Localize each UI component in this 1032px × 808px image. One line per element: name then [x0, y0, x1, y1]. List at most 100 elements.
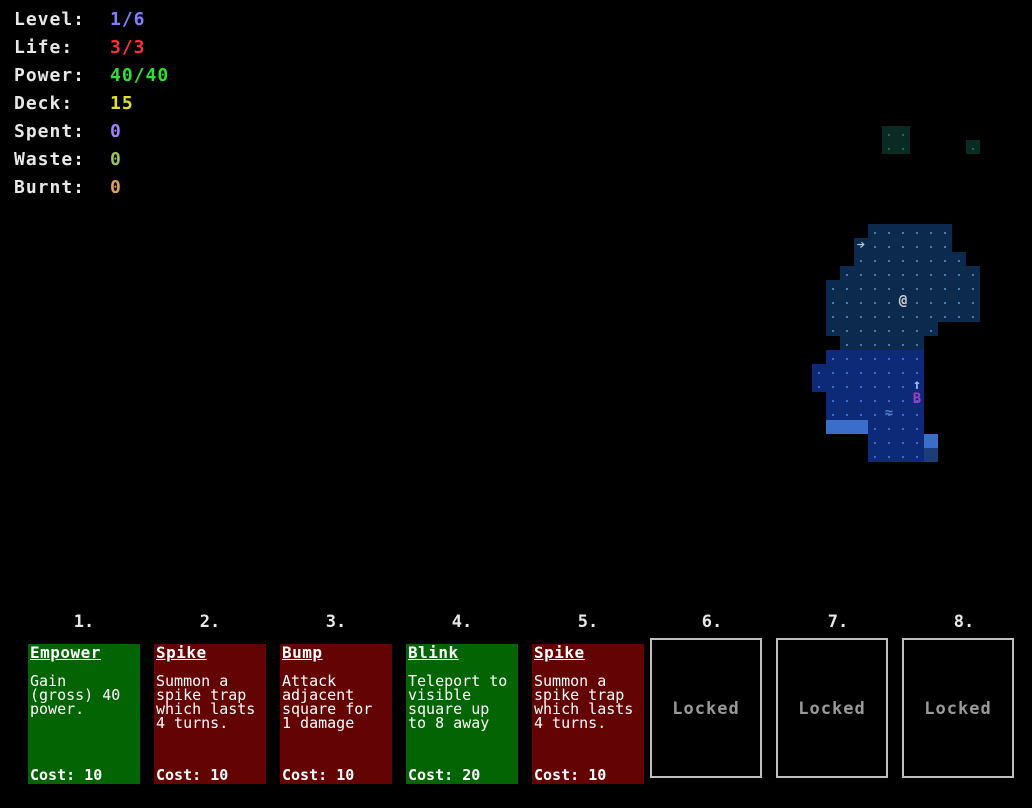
- map-tile: [840, 308, 854, 322]
- map-tile: [924, 294, 938, 308]
- map-tile: [896, 364, 910, 378]
- map-tile: [882, 434, 896, 448]
- map-tile: [840, 378, 854, 392]
- map-tile: [896, 420, 910, 434]
- card-title: Blink: [408, 643, 459, 662]
- cost-value: 10: [210, 766, 229, 784]
- map-tile: [868, 378, 882, 392]
- card-empower[interactable]: Empower Gain (gross) 40 power. Cost: 10: [28, 644, 140, 784]
- map-tile: [868, 392, 882, 406]
- map-tile: [938, 280, 952, 294]
- card-spike[interactable]: Spike Summon a spike trap which lasts 4 …: [154, 644, 266, 784]
- map-tile: [882, 448, 896, 462]
- map-tile: [910, 224, 924, 238]
- map-tile: [952, 294, 966, 308]
- cost-value: 20: [462, 766, 481, 784]
- map-tile: [896, 336, 910, 350]
- map-tile: [882, 140, 896, 154]
- map-tile: [840, 266, 854, 280]
- map-tile: [938, 238, 952, 252]
- map-tile: [854, 378, 868, 392]
- card-slot-locked: Locked: [902, 638, 1014, 778]
- map-tile: [910, 252, 924, 266]
- map-tile: [840, 364, 854, 378]
- map-tile: [840, 280, 854, 294]
- map-tile: [868, 266, 882, 280]
- map-tile: [910, 350, 924, 364]
- map-tile: [840, 406, 854, 420]
- card-description: Summon a spike trap which lasts 4 turns.: [534, 672, 634, 732]
- card-description: Teleport to visible square up to 8 away: [408, 672, 508, 732]
- card-description: Attack adjacent square for 1 damage: [282, 672, 373, 732]
- map-tile: [882, 420, 896, 434]
- map-tile: [896, 434, 910, 448]
- map-tile: [854, 252, 868, 266]
- map-tile: [910, 322, 924, 336]
- map-tile: [910, 448, 924, 462]
- map-tile: [952, 252, 966, 266]
- map-tile: [924, 448, 938, 462]
- map-tile: [896, 406, 910, 420]
- map-tile: [882, 322, 896, 336]
- card-cost: Cost: 10: [282, 768, 354, 783]
- map-tile: [910, 280, 924, 294]
- map-tile: [854, 392, 868, 406]
- map-tile: [910, 406, 924, 420]
- enemy-b[interactable]: B: [910, 392, 924, 406]
- card-slot-locked: Locked: [776, 638, 888, 778]
- map-tile: [840, 350, 854, 364]
- map-tile: [966, 280, 980, 294]
- cost-value: 10: [84, 766, 103, 784]
- cost-label: Cost:: [156, 766, 202, 784]
- exit-arrow-icon[interactable]: ➔: [854, 238, 868, 252]
- map-tile: [882, 126, 896, 140]
- map-tile: [938, 308, 952, 322]
- map-tile: [868, 364, 882, 378]
- map-tile: [868, 238, 882, 252]
- map-tile: [854, 364, 868, 378]
- map-tile: [826, 420, 840, 434]
- map-tile: [952, 280, 966, 294]
- water-icon: ≈: [884, 405, 894, 421]
- map-tile: [910, 266, 924, 280]
- map-tile: [938, 294, 952, 308]
- map-tile: [896, 350, 910, 364]
- card-title: Spike: [156, 643, 207, 662]
- map-tile: [826, 294, 840, 308]
- card-description: Summon a spike trap which lasts 4 turns.: [156, 672, 256, 732]
- card-slot-locked: Locked: [650, 638, 762, 778]
- locked-label: Locked: [798, 699, 866, 719]
- map-tile: [910, 308, 924, 322]
- cost-label: Cost:: [534, 766, 580, 784]
- locked-label: Locked: [672, 699, 740, 719]
- map-tile: [868, 224, 882, 238]
- map-tile: [868, 336, 882, 350]
- map-tile: [868, 322, 882, 336]
- dungeon-map[interactable]: ➔ @ B ↑ ≈: [0, 0, 1032, 600]
- map-tile: [896, 392, 910, 406]
- map-tile: [854, 420, 868, 434]
- map-tile: [868, 448, 882, 462]
- map-tile: [882, 308, 896, 322]
- map-tile: [854, 336, 868, 350]
- map-tile: [910, 420, 924, 434]
- map-tile: [854, 322, 868, 336]
- cost-label: Cost:: [408, 766, 454, 784]
- card-cost: Cost: 10: [30, 766, 103, 784]
- map-tile: [868, 406, 882, 420]
- map-tile: [952, 266, 966, 280]
- map-tile: [910, 238, 924, 252]
- slot-number: 7.: [827, 612, 849, 632]
- card-spike[interactable]: Spike Summon a spike trap which lasts 4 …: [532, 644, 644, 784]
- map-tile: [882, 224, 896, 238]
- slot-number: 1.: [73, 612, 95, 632]
- map-tile: [826, 308, 840, 322]
- map-tile: [826, 322, 840, 336]
- card-bump[interactable]: Bump Attack adjacent square for 1 damage…: [280, 644, 392, 784]
- map-tile: [840, 420, 854, 434]
- map-tile: [966, 140, 980, 154]
- card-blink[interactable]: Blink Teleport to visible square up to 8…: [406, 644, 518, 784]
- card-title: Empower: [30, 643, 101, 662]
- slot-number: 4.: [451, 612, 473, 632]
- map-tile: [896, 140, 910, 154]
